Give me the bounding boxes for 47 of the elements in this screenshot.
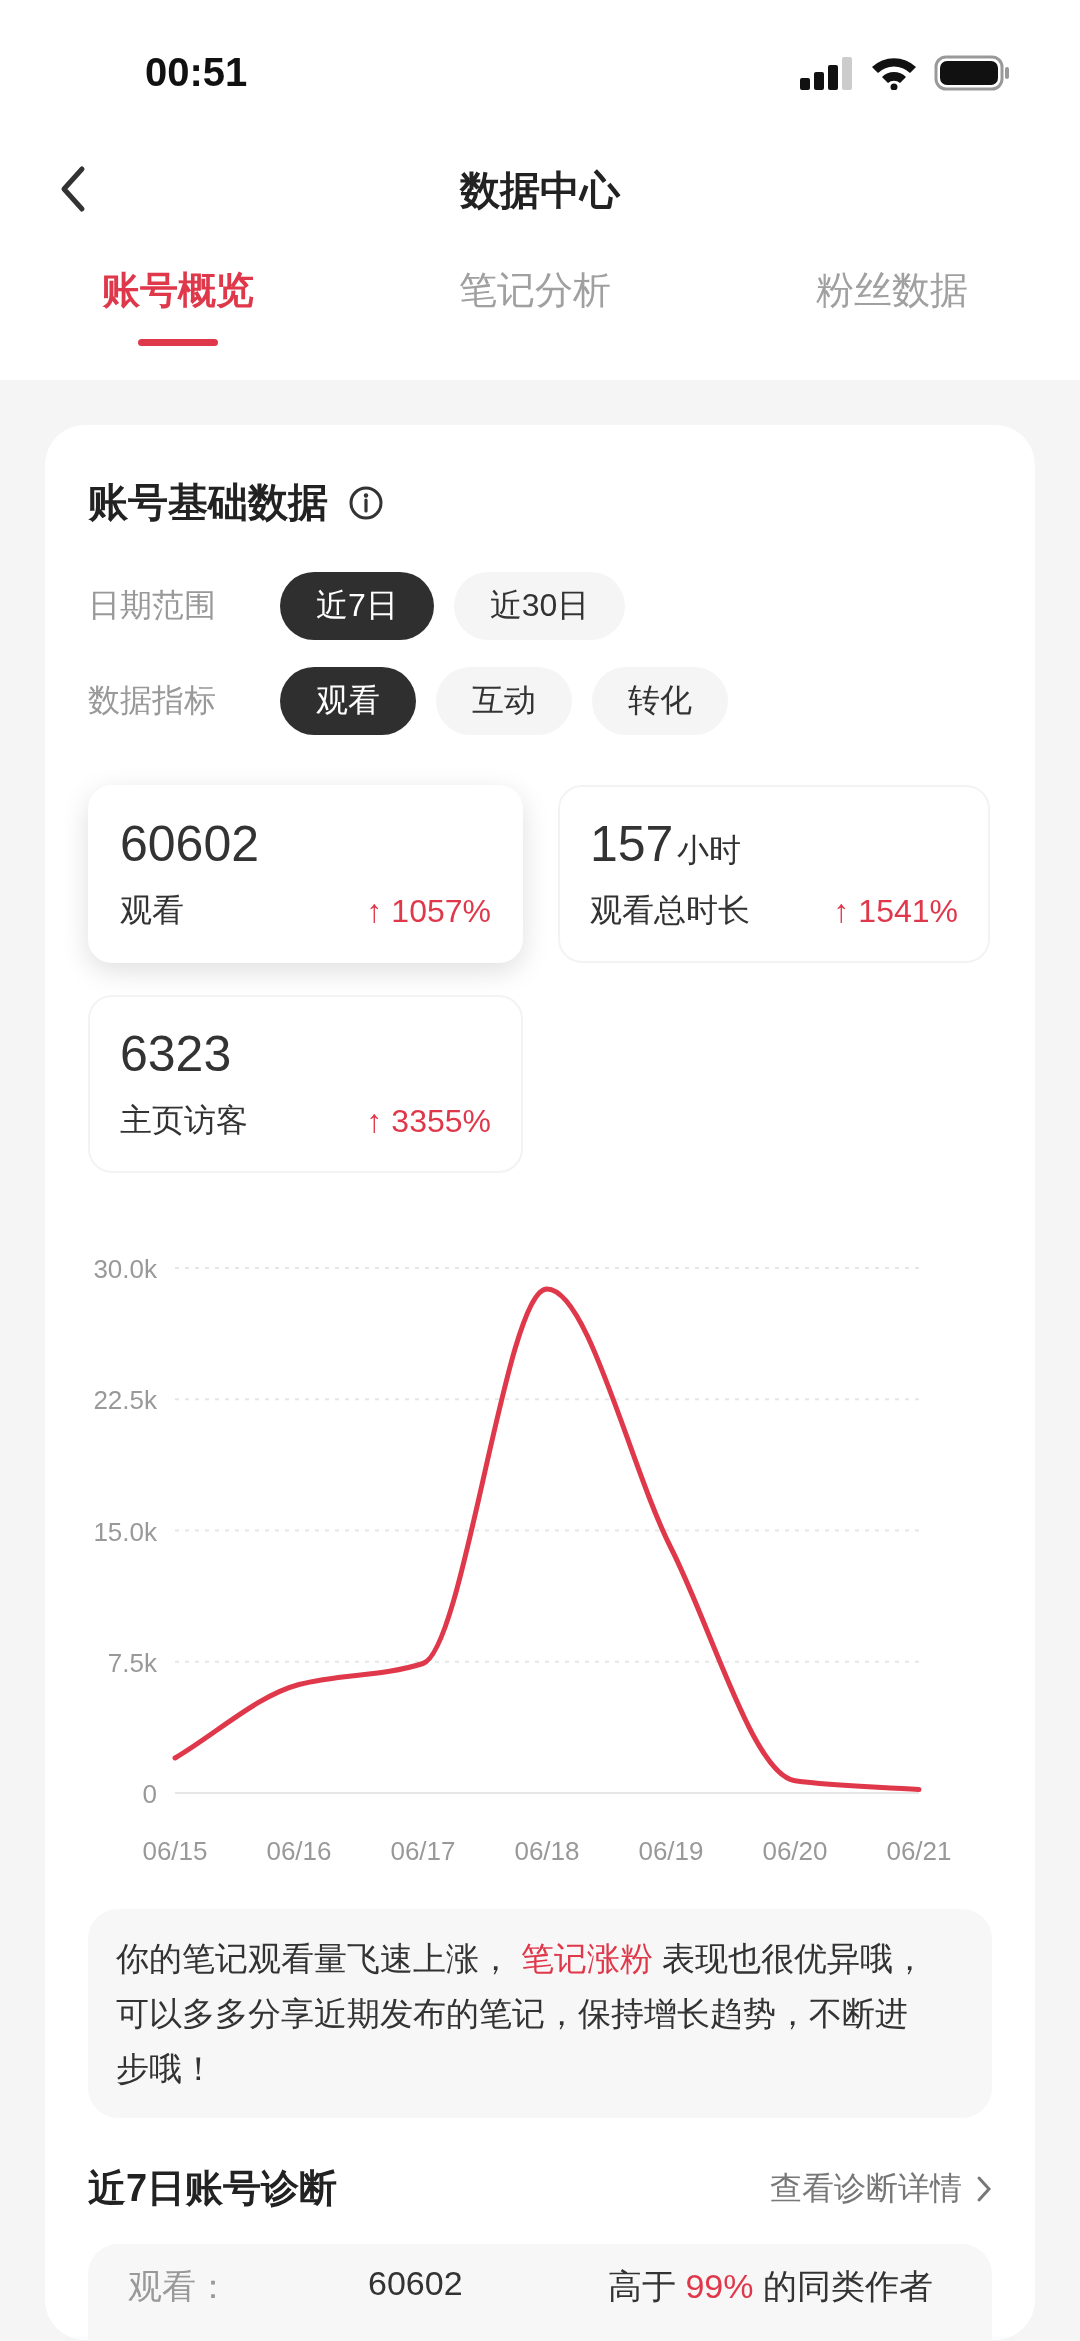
stat-change: ↑ 1057% xyxy=(366,892,491,930)
axis-label: 06/16 xyxy=(266,1836,332,1866)
stat-unit: 小时 xyxy=(677,831,742,870)
filter-label: 数据指标 xyxy=(88,681,217,720)
stat-label: 观看 xyxy=(120,891,184,930)
stat-value: 6323 xyxy=(120,1025,232,1083)
axis-label: 06/20 xyxy=(762,1836,828,1866)
info-icon[interactable] xyxy=(348,484,384,521)
axis-label: 7.5k xyxy=(107,1647,157,1678)
axis-label: 06/15 xyxy=(142,1836,208,1866)
filter-chip[interactable]: 互动 xyxy=(436,667,572,735)
section-title: 近7日账号诊断 xyxy=(88,2166,338,2211)
axis-label: 15.0k xyxy=(93,1516,157,1547)
axis-label: 06/18 xyxy=(514,1836,580,1866)
status-time: 00:51 xyxy=(145,50,248,95)
axis-label: 06/19 xyxy=(638,1836,704,1866)
axis-label: 30.0k xyxy=(93,1254,157,1284)
signal-icon xyxy=(800,55,854,90)
filter-chip[interactable]: 转化 xyxy=(592,667,728,735)
comparison-text: 高于 99% 的同类作者 xyxy=(608,2266,934,2307)
filter-chip[interactable]: 近7日 xyxy=(280,572,434,640)
battery-icon xyxy=(934,54,1010,91)
metric-label: 观看： xyxy=(128,2266,231,2307)
stat-value: 157 xyxy=(590,815,674,873)
filter-chip[interactable]: 近30日 xyxy=(453,572,626,640)
stat-change: ↑ 3355% xyxy=(366,1102,491,1140)
stat-label: 主页访客 xyxy=(120,1101,248,1140)
stat-change: ↑ 1541% xyxy=(833,892,958,930)
section-title: 账号基础数据 xyxy=(88,479,328,526)
stat-card[interactable]: 157小时 观看总时长 ↑ 1541% xyxy=(558,785,990,963)
insight-text: 你的笔记观看量飞速上涨， 笔记涨粉 表现也很优异哦，可以多多分享近期发布的笔记，保持增长趋势，不断进步哦！ xyxy=(88,1909,992,2118)
stat-card[interactable]: 6323 主页访客 ↑ 3355% xyxy=(88,995,523,1173)
filter-label: 日期范围 xyxy=(88,586,217,625)
tab[interactable]: 账号概览 xyxy=(102,265,255,346)
axis-label: 0 xyxy=(142,1779,157,1809)
filter-chip[interactable]: 观看 xyxy=(280,667,416,735)
stat-value: 60602 xyxy=(120,815,260,873)
axis-label: 06/21 xyxy=(886,1836,952,1866)
stat-label: 观看总时长 xyxy=(590,891,750,930)
wifi-icon xyxy=(870,55,918,90)
metric-value: 60602 xyxy=(368,2264,464,2304)
chevron-right-icon xyxy=(976,2174,992,2203)
axis-label: 22.5k xyxy=(93,1385,157,1416)
stat-card[interactable]: 60602 观看 ↑ 1057% xyxy=(88,785,523,963)
axis-label: 06/17 xyxy=(390,1836,456,1866)
page-title: 数据中心 xyxy=(460,166,620,214)
details-link[interactable]: 查看诊断详情 xyxy=(770,2166,992,2211)
